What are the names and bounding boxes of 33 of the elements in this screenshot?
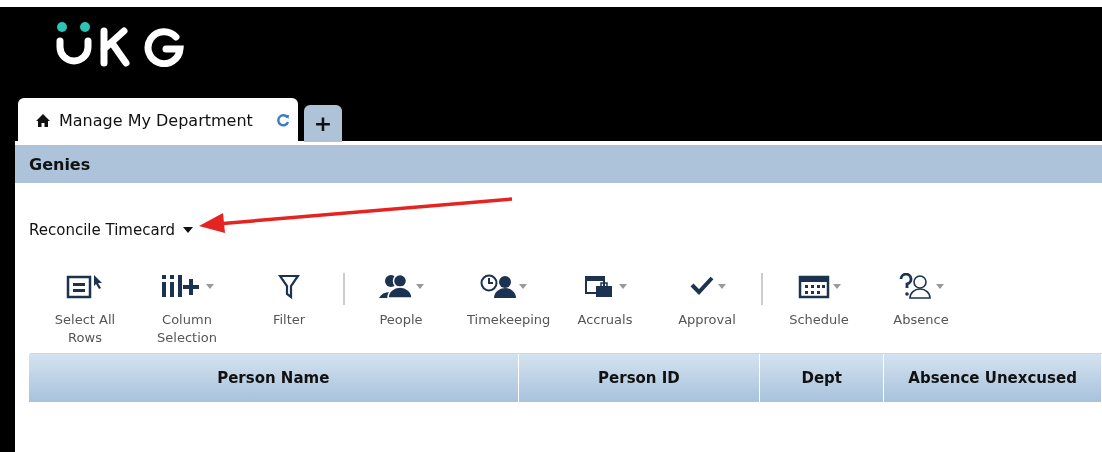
toolbar-button[interactable]: Approval — [659, 271, 755, 329]
home-icon — [36, 113, 50, 127]
caret-icon — [205, 283, 214, 289]
toolbar-button[interactable]: Column Selection — [139, 271, 235, 347]
column-header[interactable]: Person ID — [518, 354, 761, 402]
column-header[interactable]: Dept — [760, 354, 885, 402]
column-header[interactable]: Person Name — [29, 354, 519, 402]
calendar-icon — [797, 273, 830, 299]
toolbar-button[interactable]: Timekeeping — [455, 271, 551, 329]
tab[interactable]: Manage My Department — [18, 98, 298, 142]
refresh-icon[interactable] — [275, 113, 290, 127]
caret-icon — [415, 283, 424, 289]
caret-icon — [518, 283, 527, 289]
people-icon — [378, 273, 413, 299]
caret-icon — [832, 283, 841, 289]
filter-icon — [278, 273, 300, 299]
caret-icon — [717, 283, 726, 289]
genie-dropdown[interactable]: Reconcile Timecard — [29, 221, 194, 239]
question-person-icon — [898, 273, 933, 299]
toolbar-button[interactable]: Filter — [241, 271, 337, 329]
tab[interactable]: + — [303, 105, 343, 142]
panel-title: Genies — [29, 154, 91, 174]
caret-icon — [618, 283, 627, 289]
caret-icon — [935, 283, 944, 289]
toolbar-button[interactable]: People — [353, 271, 449, 329]
toolbar-button[interactable]: Absence — [873, 271, 969, 329]
clock-person-icon — [479, 273, 516, 299]
column-header[interactable]: Absence Unexcused — [884, 354, 1102, 402]
toolbar-button[interactable]: Accruals — [557, 271, 653, 329]
toolbar-button[interactable]: Schedule — [771, 271, 867, 329]
select-rows-icon — [66, 273, 104, 299]
caret-icon — [183, 227, 194, 233]
toolbar-button[interactable]: Select All Rows — [37, 271, 133, 347]
